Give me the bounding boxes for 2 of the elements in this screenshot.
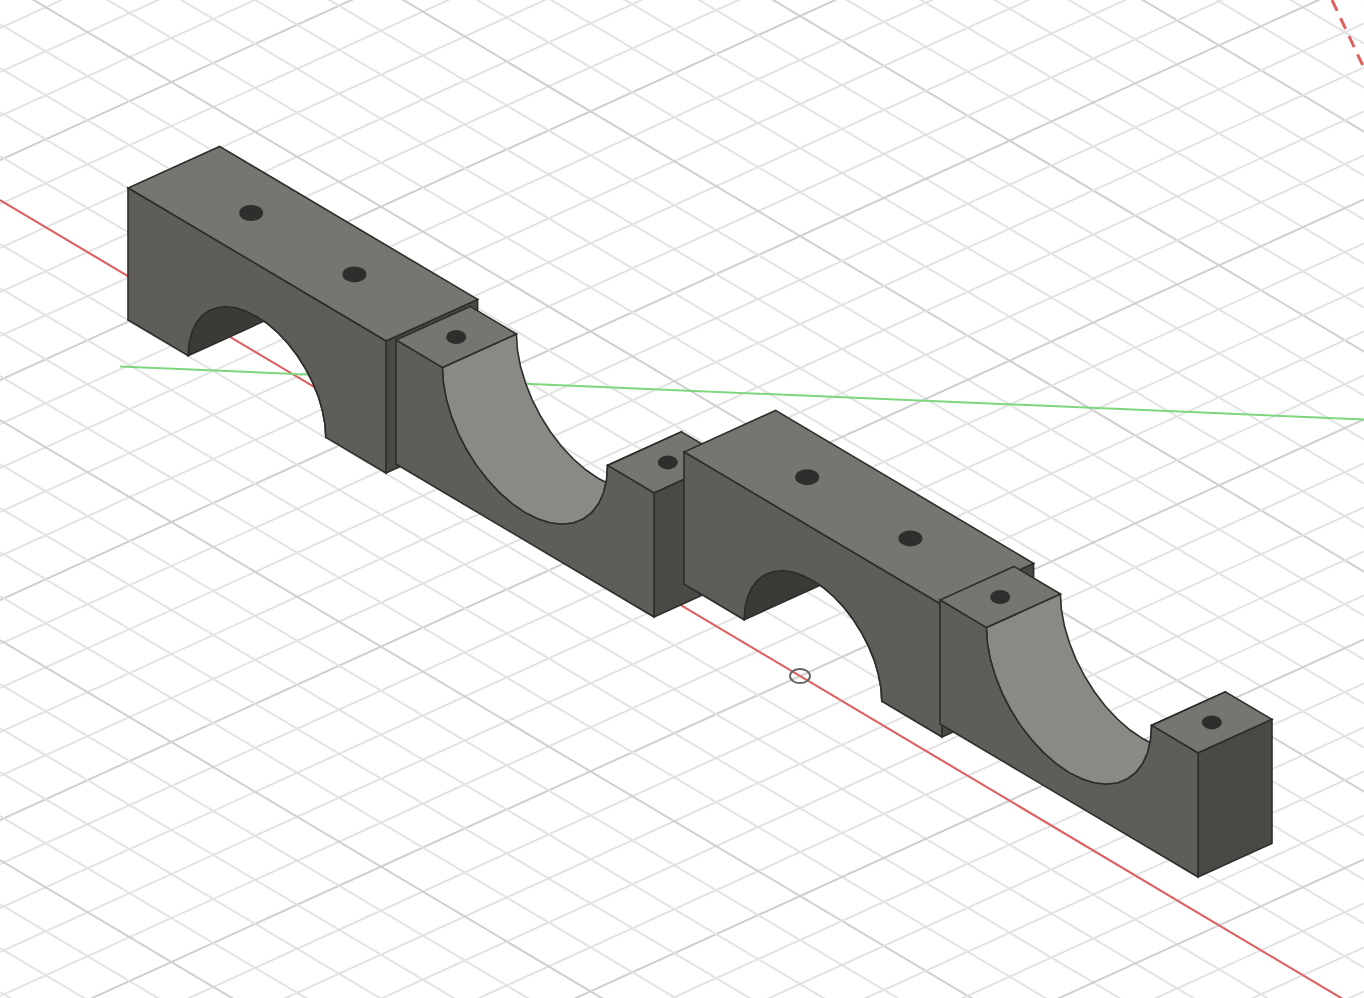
axis-line <box>1330 0 1364 69</box>
origin-icon <box>789 668 811 684</box>
